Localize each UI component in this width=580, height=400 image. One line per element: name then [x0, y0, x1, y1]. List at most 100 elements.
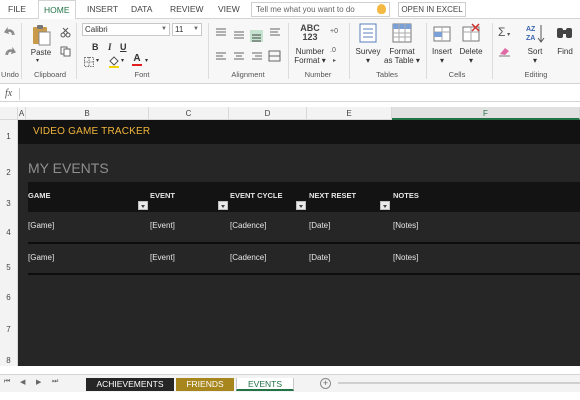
- row-header-3[interactable]: 3: [0, 184, 18, 212]
- first-sheet-icon[interactable]: ⏮: [4, 378, 10, 386]
- paste-label[interactable]: Paste: [27, 48, 55, 57]
- tab-insert[interactable]: INSERT: [87, 0, 118, 19]
- delete-cells-label[interactable]: Delete ▾: [456, 47, 486, 65]
- prev-sheet-icon[interactable]: ◀: [20, 378, 25, 386]
- tab-review[interactable]: REVIEW: [170, 0, 204, 19]
- horizontal-scrollbar[interactable]: [338, 380, 580, 386]
- format-as-table-label[interactable]: Format as Table ▾: [382, 47, 422, 65]
- header-notes[interactable]: NOTES: [393, 191, 419, 200]
- decimal-buttons[interactable]: +0 .0 ▸: [330, 24, 342, 64]
- fill-color-icon[interactable]: [108, 55, 120, 68]
- tab-view[interactable]: VIEW: [218, 0, 240, 19]
- delete-cells-icon[interactable]: [462, 23, 480, 43]
- number-format-label[interactable]: Number Format ▾: [292, 47, 328, 65]
- cell-date[interactable]: [Date]: [309, 221, 330, 230]
- clear-icon[interactable]: [498, 45, 512, 57]
- font-size-select[interactable]: 11 ▼: [172, 23, 202, 36]
- redo-icon[interactable]: [4, 47, 16, 57]
- filter-dropdown-icon[interactable]: [380, 201, 390, 210]
- column-header-f[interactable]: F: [392, 107, 580, 120]
- filter-dropdown-icon[interactable]: [218, 201, 228, 210]
- borders-icon[interactable]: [84, 57, 94, 67]
- cut-icon[interactable]: [60, 27, 71, 38]
- underline-button[interactable]: U: [120, 42, 127, 52]
- format-table-line2: as Table: [384, 56, 414, 65]
- row-header-5[interactable]: 5: [0, 242, 18, 274]
- cell-event[interactable]: [Event]: [150, 253, 175, 262]
- borders-dropdown-icon[interactable]: ▾: [96, 57, 99, 66]
- tab-data[interactable]: DATA: [131, 0, 152, 19]
- header-next-reset[interactable]: NEXT RESET: [309, 191, 356, 200]
- chevron-down-icon: ▼: [193, 26, 199, 32]
- row-divider: [28, 242, 580, 244]
- alignment-buttons[interactable]: [214, 26, 282, 68]
- filter-dropdown-icon[interactable]: [138, 201, 148, 210]
- header-game[interactable]: GAME: [28, 191, 51, 200]
- cell-cadence[interactable]: [Cadence]: [230, 253, 266, 262]
- find-icon[interactable]: [556, 25, 574, 41]
- undo-icon[interactable]: [4, 27, 16, 37]
- font-color-button[interactable]: A: [132, 53, 142, 66]
- cell-game[interactable]: [Game]: [28, 221, 54, 230]
- worksheet[interactable]: VIDEO GAME TRACKER MY EVENTS GAME EVENT …: [18, 120, 580, 366]
- number-format-icon[interactable]: ABC 123: [300, 24, 320, 42]
- paste-icon[interactable]: [31, 24, 51, 46]
- bold-button[interactable]: B: [92, 42, 99, 52]
- format-as-table-icon[interactable]: [392, 23, 412, 43]
- row-header-1[interactable]: 1: [0, 120, 18, 144]
- survey-icon[interactable]: [359, 23, 377, 43]
- row-header-7[interactable]: 7: [0, 306, 18, 338]
- select-all-corner[interactable]: [0, 107, 18, 120]
- cell-notes[interactable]: [Notes]: [393, 221, 418, 230]
- cell-date[interactable]: [Date]: [309, 253, 330, 262]
- row-header-8[interactable]: 8: [0, 338, 18, 366]
- sheet-tab-events[interactable]: EVENTS: [236, 378, 294, 391]
- row-header-2[interactable]: 2: [0, 144, 18, 184]
- tell-me-search[interactable]: Tell me what you want to do: [251, 2, 390, 17]
- sort-icon[interactable]: AZ ZA: [525, 23, 545, 43]
- column-header-b[interactable]: B: [26, 107, 149, 120]
- insert-cells-icon[interactable]: [433, 23, 451, 43]
- open-in-excel-button[interactable]: OPEN IN EXCEL: [398, 2, 466, 17]
- cell-event[interactable]: [Event]: [150, 221, 175, 230]
- copy-icon[interactable]: [60, 46, 71, 57]
- find-label[interactable]: Find: [552, 47, 578, 56]
- group-label-editing: Editing: [524, 70, 548, 79]
- header-event-cycle[interactable]: EVENT CYCLE: [230, 191, 283, 200]
- autosum-icon[interactable]: Σ ▾: [498, 25, 510, 39]
- last-sheet-icon[interactable]: ⏭: [52, 378, 58, 386]
- add-sheet-icon[interactable]: +: [320, 378, 331, 389]
- tab-file[interactable]: FILE: [8, 0, 26, 19]
- svg-text:+0: +0: [330, 28, 338, 35]
- font-name-select[interactable]: Calibri ▼: [82, 23, 170, 36]
- column-header-c[interactable]: C: [149, 107, 229, 120]
- insert-cells-label[interactable]: Insert ▾: [427, 47, 457, 65]
- status-strip: [0, 392, 580, 400]
- italic-button[interactable]: I: [108, 42, 112, 52]
- paste-dropdown-icon[interactable]: ▾: [36, 57, 39, 66]
- column-header-d[interactable]: D: [229, 107, 307, 120]
- row-header-4[interactable]: 4: [0, 212, 18, 242]
- formula-input[interactable]: [24, 88, 574, 100]
- font-color-dropdown-icon[interactable]: ▾: [145, 57, 148, 66]
- tracker-title[interactable]: VIDEO GAME TRACKER: [33, 126, 150, 137]
- next-sheet-icon[interactable]: ▶: [36, 378, 41, 386]
- fill-dropdown-icon[interactable]: ▾: [121, 57, 124, 66]
- cell-cadence[interactable]: [Cadence]: [230, 221, 266, 230]
- row-header-6[interactable]: 6: [0, 274, 18, 306]
- fx-icon[interactable]: fx: [5, 88, 12, 99]
- font-name-value: Calibri: [85, 25, 108, 34]
- sheet-tab-friends[interactable]: FRIENDS: [176, 378, 234, 391]
- survey-label[interactable]: Survey ▾: [352, 47, 384, 65]
- sheet-tab-achievements[interactable]: ACHIEVEMENTS: [86, 378, 174, 391]
- sort-label[interactable]: Sort ▾: [520, 47, 550, 65]
- column-header-e[interactable]: E: [307, 107, 392, 120]
- filter-dropdown-icon[interactable]: [296, 201, 306, 210]
- cell-notes[interactable]: [Notes]: [393, 253, 418, 262]
- section-title[interactable]: MY EVENTS: [28, 160, 109, 176]
- column-header-a[interactable]: A: [18, 107, 26, 120]
- tab-home[interactable]: HOME: [38, 0, 76, 20]
- header-event[interactable]: EVENT: [150, 191, 175, 200]
- svg-text:ZA: ZA: [526, 35, 535, 42]
- cell-game[interactable]: [Game]: [28, 253, 54, 262]
